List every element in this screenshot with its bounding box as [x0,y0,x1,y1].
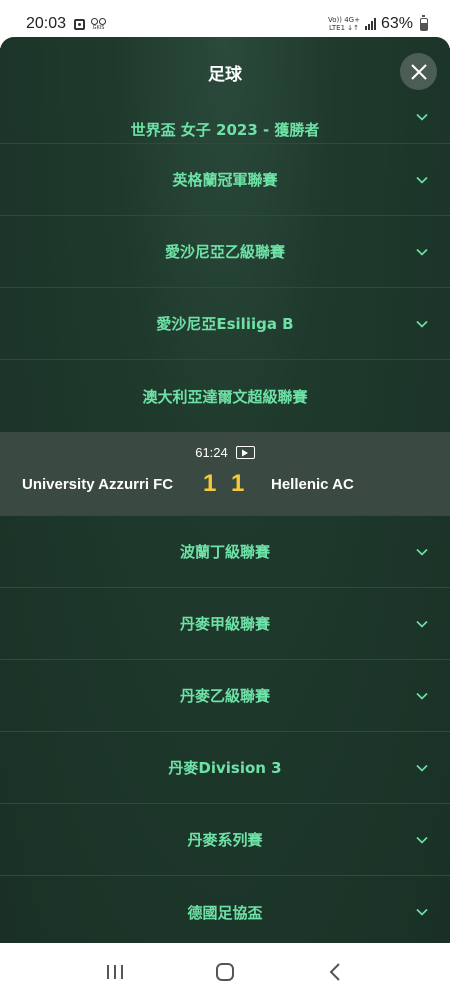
league-label: 德國足協盃 [187,903,263,922]
recent-apps-icon [107,964,123,979]
chevron-down-icon [416,113,428,121]
status-left-icons: GKIS [74,17,107,31]
sport-menu-panel: 足球 世界盃 女子 2023 - 獲勝者 英格蘭冠軍聯賽 愛沙尼亞乙級聯賽 愛沙… [0,37,450,943]
signal-icon [364,18,376,30]
league-list: 世界盃 女子 2023 - 獲勝者 英格蘭冠軍聯賽 愛沙尼亞乙級聯賽 愛沙尼亞E… [0,107,450,943]
league-row[interactable]: 丹麥甲級聯賽 [0,588,450,660]
screen-record-icon [74,18,86,30]
league-row[interactable]: 波蘭丁級聯賽 [0,516,450,588]
league-label: 丹麥系列賽 [187,831,263,849]
home-button[interactable] [205,952,245,992]
league-row[interactable]: 丹麥乙級聯賽 [0,660,450,732]
panel-header: 足球 [0,37,450,107]
league-row[interactable]: 世界盃 女子 2023 - 獲勝者 [0,107,450,144]
league-label: 澳大利亞達爾文超級聯賽 [142,387,308,406]
league-row[interactable]: 愛沙尼亞Esiliiga B [0,288,450,360]
close-icon [410,63,427,80]
league-row[interactable]: 英格蘭冠軍聯賽 [0,144,450,216]
league-label: 波蘭丁級聯賽 [179,543,270,561]
league-label: 世界盃 女子 2023 - 獲勝者 [130,121,320,139]
league-row[interactable]: 德國足協盃 [0,876,450,943]
chevron-down-icon [416,692,428,700]
oval-logo-icon: GKIS [91,17,107,31]
chevron-down-icon [416,764,428,772]
away-score: 1 [231,470,245,497]
chevron-down-icon [416,548,428,556]
chevron-down-icon [416,320,428,328]
back-button[interactable] [315,952,355,992]
league-label: 英格蘭冠軍聯賽 [172,171,278,189]
back-icon [329,962,340,981]
league-row-expanded[interactable]: 澳大利亞達爾文超級聯賽 [0,360,450,432]
close-button[interactable] [400,53,437,90]
league-label: 丹麥乙級聯賽 [179,687,270,705]
battery-icon [420,14,428,31]
oval-logo-text: GKIS [92,24,105,31]
chevron-down-icon [416,248,428,256]
network-top-text: Vo)) 4G+ [328,16,360,24]
status-time: 20:03 [26,15,67,32]
network-bottom-text: LTE1 ↓↑ [328,24,359,32]
status-right: Vo)) 4G+ LTE1 ↓↑ 63% [328,14,428,33]
away-team-name: Hellenic AC [271,476,354,493]
league-row[interactable]: 愛沙尼亞乙級聯賽 [0,216,450,288]
chevron-down-icon [416,836,428,844]
league-label: 丹麥Division 3 [168,759,282,777]
chevron-down-icon [416,908,428,916]
battery-percent: 63% [380,15,413,32]
league-row[interactable]: 丹麥系列賽 [0,804,450,876]
recent-apps-button[interactable] [95,952,135,992]
system-nav-bar [0,943,450,1000]
match-clock: 61:24 [195,445,228,460]
network-indicator: Vo)) 4G+ LTE1 ↓↑ [328,16,360,32]
chevron-down-icon [416,176,428,184]
home-score: 1 [203,470,217,497]
chevron-down-icon [416,620,428,628]
match-row[interactable]: 61:24 University Azzurri FC 1 1 Hellenic… [0,432,450,516]
home-icon [216,962,234,981]
page-title: 足球 [208,64,242,85]
live-video-icon[interactable] [235,446,255,459]
league-label: 丹麥甲級聯賽 [179,615,270,633]
match-time: 61:24 [0,445,450,460]
league-label: 愛沙尼亞乙級聯賽 [164,243,285,261]
league-label: 愛沙尼亞Esiliiga B [156,315,294,333]
league-row[interactable]: 丹麥Division 3 [0,732,450,804]
home-team-name: University Azzurri FC [22,476,174,493]
